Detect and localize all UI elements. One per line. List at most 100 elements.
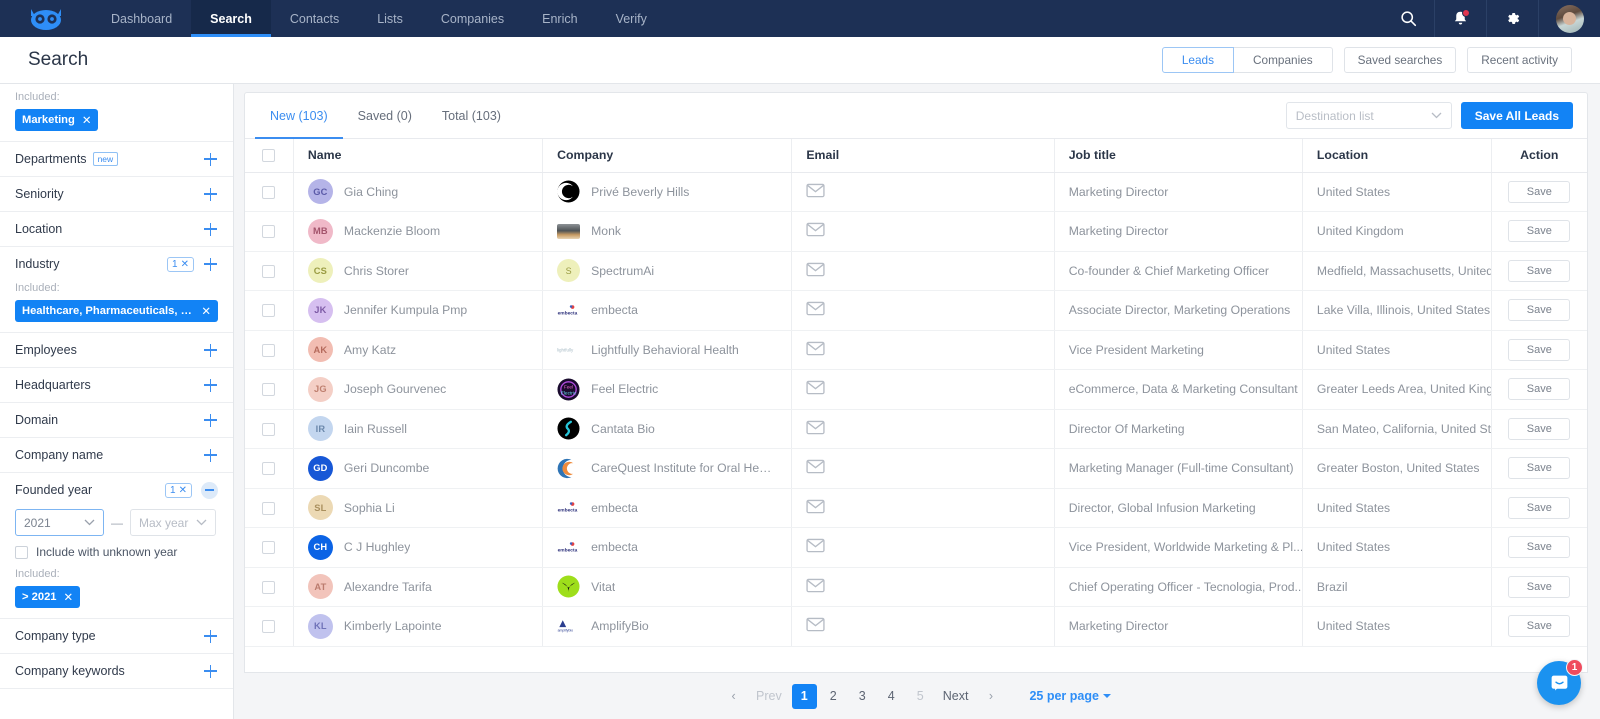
notifications-button[interactable]: [1434, 0, 1486, 37]
tab-saved[interactable]: Saved (0): [343, 93, 427, 138]
collapse-minus-icon[interactable]: [201, 481, 218, 499]
row-checkbox[interactable]: [262, 501, 276, 515]
search-icon-button[interactable]: [1382, 0, 1434, 37]
table-row[interactable]: CH C J Hughley embecta embecta Vice Presiden…: [245, 527, 1587, 568]
filter-header-company-keywords[interactable]: Company keywords: [15, 654, 218, 688]
reveal-email-button[interactable]: [806, 539, 825, 556]
contact-name[interactable]: C J Hughley: [344, 540, 410, 554]
contact-name[interactable]: Kimberly Lapointe: [344, 619, 442, 633]
save-lead-button[interactable]: Save: [1508, 180, 1571, 203]
chip-remove-icon[interactable]: ✕: [64, 590, 74, 604]
reveal-email-button[interactable]: [806, 341, 825, 359]
cell-email[interactable]: [791, 211, 1055, 252]
user-avatar-button[interactable]: [1538, 0, 1600, 37]
filter-header-company-type[interactable]: Company type: [15, 619, 218, 653]
expand-plus-icon[interactable]: [203, 257, 218, 272]
row-checkbox[interactable]: [262, 185, 276, 199]
company-name[interactable]: SpectrumAi: [591, 264, 654, 278]
expand-plus-icon[interactable]: [203, 222, 218, 237]
company-name[interactable]: embecta: [591, 501, 638, 515]
row-checkbox[interactable]: [262, 304, 276, 318]
company-name[interactable]: Feel Electric: [591, 382, 658, 396]
min-year-select[interactable]: 2021: [15, 509, 104, 536]
contact-name[interactable]: Jennifer Kumpula Pmp: [344, 303, 467, 317]
per-page-select[interactable]: 25 per page: [1029, 689, 1111, 703]
row-checkbox[interactable]: [262, 620, 276, 634]
company-name[interactable]: Lightfully Behavioral Health: [591, 343, 739, 357]
contact-name[interactable]: Alexandre Tarifa: [344, 580, 432, 594]
company-name[interactable]: AmplifyBio: [591, 619, 649, 633]
save-lead-button[interactable]: Save: [1508, 378, 1571, 401]
table-row[interactable]: GC Gia Ching Privé Beverly Hills Marketing …: [245, 172, 1587, 212]
save-lead-button[interactable]: Save: [1508, 536, 1571, 559]
founded-year-count-clear[interactable]: 1 ✕: [165, 482, 192, 498]
saved-searches-button[interactable]: Saved searches: [1343, 47, 1457, 73]
nav-item-dashboard[interactable]: Dashboard: [92, 0, 191, 37]
cell-email[interactable]: [791, 488, 1055, 528]
filter-header-company-name[interactable]: Company name: [15, 438, 218, 472]
recent-activity-button[interactable]: Recent activity: [1467, 47, 1572, 73]
reveal-email-button[interactable]: [806, 223, 825, 240]
reveal-email-button[interactable]: [806, 183, 825, 201]
cell-email[interactable]: [791, 448, 1055, 489]
filter-header-industry[interactable]: Industry 1 ✕: [15, 247, 218, 281]
cell-email[interactable]: [791, 172, 1055, 212]
column-header-name[interactable]: Name: [293, 139, 544, 173]
tab-new[interactable]: New (103): [255, 93, 343, 139]
save-lead-button[interactable]: Save: [1508, 457, 1571, 480]
save-lead-button[interactable]: Save: [1508, 575, 1571, 598]
filter-header-employees[interactable]: Employees: [15, 333, 218, 367]
include-unknown-year-checkbox[interactable]: [15, 545, 28, 559]
app-logo[interactable]: [0, 0, 92, 37]
filter-header-location[interactable]: Location: [15, 212, 218, 246]
reveal-email-button[interactable]: [806, 302, 825, 319]
nav-item-contacts[interactable]: Contacts: [271, 0, 358, 37]
save-lead-button[interactable]: Save: [1508, 496, 1571, 519]
company-name[interactable]: Cantata Bio: [591, 422, 655, 436]
results-table-scroll[interactable]: Name Company Email Job title Location Ac…: [245, 138, 1587, 672]
expand-plus-icon[interactable]: [203, 152, 218, 167]
row-checkbox[interactable]: [262, 422, 276, 436]
include-unknown-year-row[interactable]: Include with unknown year: [15, 545, 218, 559]
table-row[interactable]: AT Alexandre Tarifa Vitat Chief Operating O…: [245, 567, 1587, 607]
reveal-email-button[interactable]: [806, 618, 825, 635]
filter-header-seniority[interactable]: Seniority: [15, 177, 218, 211]
company-name[interactable]: embecta: [591, 540, 638, 554]
tab-total[interactable]: Total (103): [427, 93, 516, 138]
cell-email[interactable]: [791, 409, 1055, 449]
row-checkbox[interactable]: [262, 462, 276, 476]
expand-plus-icon[interactable]: [203, 629, 218, 644]
cell-email[interactable]: [791, 369, 1055, 410]
cell-email[interactable]: [791, 527, 1055, 568]
page-button-3[interactable]: 3: [850, 684, 875, 709]
max-year-select[interactable]: Max year: [130, 509, 216, 536]
reveal-email-button[interactable]: [806, 420, 825, 438]
save-lead-button[interactable]: Save: [1508, 338, 1571, 361]
chat-launcher-button[interactable]: 1: [1537, 659, 1583, 705]
nav-item-search[interactable]: Search: [191, 0, 271, 37]
row-checkbox[interactable]: [262, 541, 276, 555]
nav-item-companies[interactable]: Companies: [422, 0, 523, 37]
row-checkbox[interactable]: [262, 383, 276, 397]
expand-plus-icon[interactable]: [203, 187, 218, 202]
table-row[interactable]: MB Mackenzie Bloom Monk Marketing Director U…: [245, 211, 1587, 252]
table-row[interactable]: GD Geri Duncombe CareQuest Institute for O…: [245, 448, 1587, 489]
table-row[interactable]: JG Joseph Gourvenec Feel Electric Feel Elect…: [245, 369, 1587, 410]
cell-email[interactable]: [791, 251, 1055, 291]
cell-email[interactable]: [791, 567, 1055, 607]
table-row[interactable]: IR Iain Russell Cantata Bio Director Of Mar…: [245, 409, 1587, 449]
expand-plus-icon[interactable]: [203, 448, 218, 463]
page-button-1[interactable]: 1: [791, 683, 817, 709]
expand-plus-icon[interactable]: [203, 343, 218, 358]
save-lead-button[interactable]: Save: [1508, 259, 1571, 282]
chip-remove-icon[interactable]: ✕: [82, 113, 92, 127]
page-button-4[interactable]: 4: [879, 684, 904, 709]
company-name[interactable]: CareQuest Institute for Oral Health: [591, 461, 777, 475]
column-header-job-title[interactable]: Job title: [1054, 139, 1303, 173]
filter-header-departments[interactable]: Departments new: [15, 142, 218, 176]
column-header-location[interactable]: Location: [1302, 139, 1492, 173]
nav-item-lists[interactable]: Lists: [358, 0, 422, 37]
company-name[interactable]: embecta: [591, 303, 638, 317]
expand-plus-icon[interactable]: [203, 413, 218, 428]
save-all-leads-button[interactable]: Save All Leads: [1460, 102, 1573, 129]
